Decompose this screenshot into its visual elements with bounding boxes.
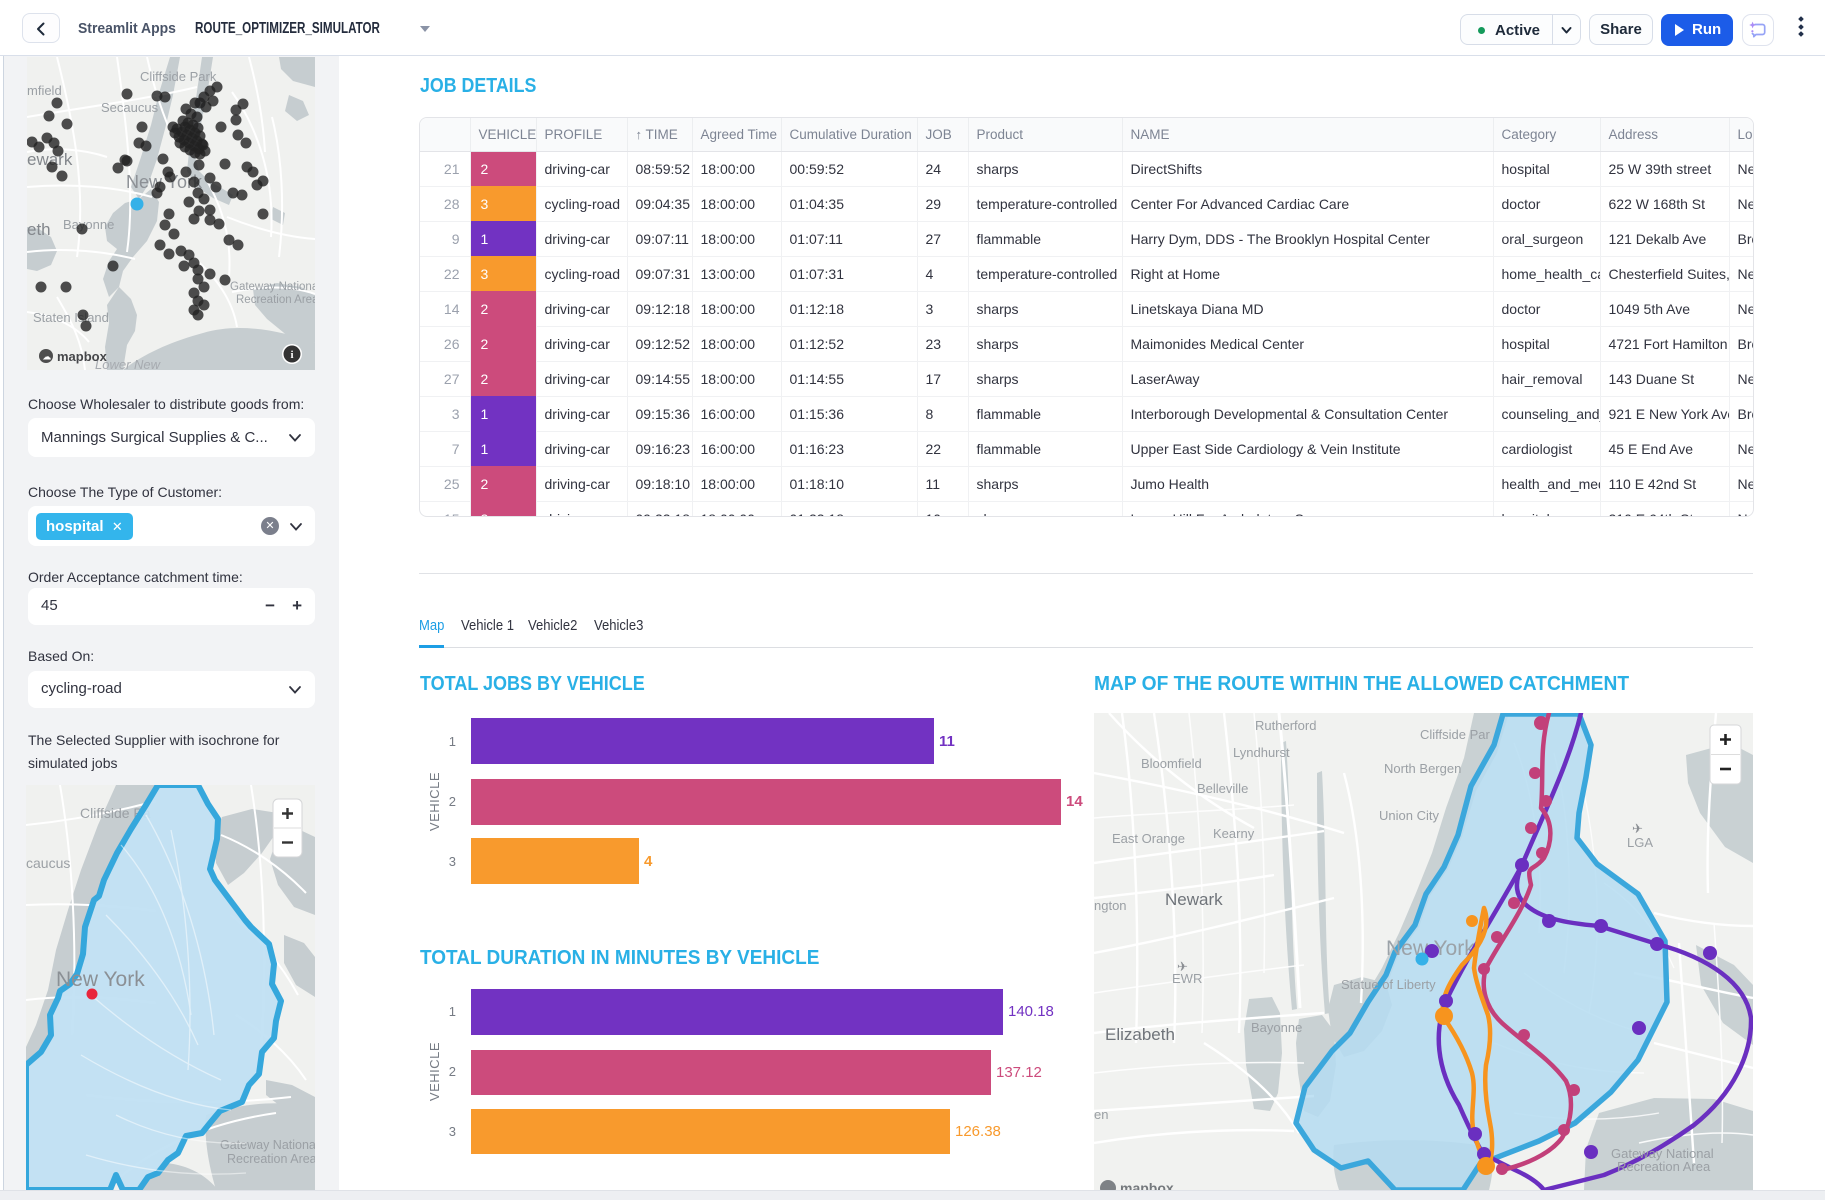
svg-text:Lyndhurst: Lyndhurst — [1233, 745, 1290, 760]
svg-text:Secaucus: Secaucus — [101, 100, 159, 115]
svg-text:Statue of Liberty: Statue of Liberty — [1341, 977, 1436, 992]
svg-text:Cliffside Park: Cliffside Park — [140, 69, 217, 84]
svg-text:Recreation Area: Recreation Area — [1617, 1159, 1711, 1174]
svg-text:Newark: Newark — [1165, 890, 1223, 909]
svg-text:Bayonne: Bayonne — [1251, 1020, 1302, 1035]
svg-text:Belleville: Belleville — [1197, 781, 1248, 796]
svg-text:LGA: LGA — [1627, 835, 1653, 850]
svg-text:New York: New York — [56, 968, 145, 991]
svg-text:☁: ☁ — [42, 352, 51, 362]
svg-text:mapbox: mapbox — [57, 349, 108, 364]
svg-text:Bayonne: Bayonne — [63, 217, 114, 232]
svg-text:✈: ✈ — [1177, 959, 1188, 974]
svg-text:North Bergen: North Bergen — [1384, 761, 1461, 776]
svg-text:Gateway National: Gateway National — [230, 281, 315, 293]
svg-text:Staten Island: Staten Island — [33, 310, 109, 325]
svg-text:en: en — [1094, 1107, 1108, 1122]
svg-text:Kearny: Kearny — [1213, 826, 1255, 841]
svg-text:East Orange: East Orange — [1112, 831, 1185, 846]
svg-text:Recreation Area: Recreation Area — [227, 1152, 315, 1166]
svg-text:i: i — [290, 349, 293, 361]
svg-text:✈: ✈ — [1632, 821, 1643, 836]
svg-text:Cliffside Par: Cliffside Par — [1420, 727, 1491, 742]
svg-text:mfield: mfield — [27, 83, 62, 98]
svg-text:Gateway National: Gateway National — [220, 1138, 315, 1152]
svg-text:Rutherford: Rutherford — [1255, 718, 1316, 733]
svg-text:Union City: Union City — [1379, 808, 1439, 823]
svg-text:Recreation Area: Recreation Area — [236, 294, 315, 306]
svg-text:ngton: ngton — [1094, 898, 1127, 913]
svg-text:Bloomfield: Bloomfield — [1141, 756, 1202, 771]
svg-text:caucus: caucus — [26, 855, 70, 871]
svg-text:Elizabeth: Elizabeth — [1105, 1025, 1175, 1044]
svg-text:eth: eth — [27, 220, 51, 239]
svg-text:mapbox: mapbox — [1120, 1180, 1174, 1190]
